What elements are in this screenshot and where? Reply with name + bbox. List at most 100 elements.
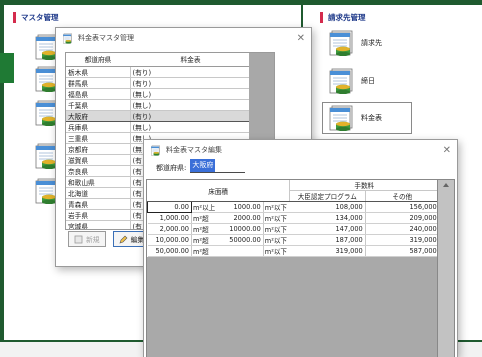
area-to-cell[interactable]: 10000.00 (217, 223, 264, 235)
fee-row[interactable]: 50,000.00 m²超 m²以下 319,000 587,000 (147, 245, 440, 257)
ledger-icon (329, 68, 353, 94)
area-to-cell[interactable] (217, 245, 264, 257)
area-from-cell[interactable]: 2,000.00 (147, 223, 192, 235)
list-row[interactable]: 福島県 (無し) (66, 88, 251, 100)
closing-date-launcher[interactable]: 締日 (327, 68, 375, 94)
prefecture-field-value: 大阪府 (190, 159, 216, 172)
column-header-other: その他 (365, 190, 440, 202)
area-to-unit-cell[interactable]: m²以下 (263, 234, 290, 246)
list-row[interactable]: 群馬県 (有り) (66, 77, 251, 89)
fee-other-cell[interactable]: 319,000 (365, 234, 440, 246)
fee-other-cell[interactable]: 240,000 (365, 223, 440, 235)
area-from-unit-cell[interactable]: m²超 (191, 212, 218, 224)
fee-status-cell: (無し) (130, 99, 251, 111)
prefecture-field-row: 都道府県: 大阪府 (156, 159, 246, 173)
area-to-unit-cell[interactable]: m²以下 (263, 201, 290, 213)
prefecture-cell: 栃木県 (66, 66, 131, 78)
new-button[interactable]: 新規 (68, 231, 106, 247)
list-row[interactable]: 千葉県 (無し) (66, 99, 251, 111)
column-header-prefecture[interactable]: 都道府県 (66, 53, 130, 67)
area-to-unit-cell[interactable]: m²以下 (263, 212, 290, 224)
ledger-icon (62, 33, 73, 44)
billing-section-label: 請求先管理 (328, 13, 366, 22)
prefecture-field[interactable]: 大阪府 (190, 159, 246, 173)
area-to-unit-cell[interactable]: m²以下 (263, 223, 290, 235)
section-marker (320, 12, 323, 23)
prefecture-cell: 京都府 (66, 143, 131, 155)
new-button-label: 新規 (86, 236, 100, 244)
fee-row[interactable]: 2,000.00 m²超 10000.00 m²以下 147,000 240,000 (147, 223, 440, 235)
ledger-icon (329, 105, 353, 131)
scroll-up-icon[interactable] (443, 183, 449, 187)
prefecture-cell: 群馬県 (66, 77, 131, 89)
master-section-label: マスタ管理 (21, 13, 59, 22)
fee-program-cell[interactable]: 187,000 (289, 234, 366, 246)
top-border (0, 0, 482, 5)
prefecture-cell: 北海道 (66, 187, 131, 199)
side-tab[interactable] (0, 53, 14, 83)
list-window-titlebar[interactable]: 料金表マスタ管理 ✕ (56, 28, 311, 48)
prefecture-cell: 岩手県 (66, 209, 131, 221)
pencil-icon (119, 235, 128, 243)
area-from-cell[interactable]: 50,000.00 (147, 245, 192, 257)
fee-master-edit-window: 料金表マスタ編集 ✕ 都道府県: 大阪府 床面積 手数料 大臣認定プログラム そ… (143, 139, 458, 357)
fee-row[interactable]: 10,000.00 m²超 50000.00 m²以下 187,000 319,000 (147, 234, 440, 246)
area-to-cell[interactable]: 2000.00 (217, 212, 264, 224)
column-header-area: 床面積 (147, 180, 290, 202)
billing-client-label: 請求先 (361, 39, 382, 47)
column-header-fee[interactable]: 料金表 (130, 53, 251, 67)
ledger-icon (329, 30, 353, 56)
fee-program-cell[interactable]: 147,000 (289, 223, 366, 235)
fee-row[interactable]: 0.00 m²以上 1000.00 m²以下 108,000 156,000 (147, 201, 440, 213)
fee-other-cell[interactable]: 209,000 (365, 212, 440, 224)
list-row[interactable]: 兵庫県 (無し) (66, 121, 251, 133)
column-header-fee-group: 手数料 (289, 180, 440, 191)
area-from-cell[interactable]: 1,000.00 (147, 212, 192, 224)
prefecture-cell: 和歌山県 (66, 176, 131, 188)
fee-other-cell[interactable]: 587,000 (365, 245, 440, 257)
list-row[interactable]: 大阪府 (有り) (66, 109, 251, 122)
area-to-unit-cell[interactable]: m²以下 (263, 245, 290, 257)
prefecture-cell: 兵庫県 (66, 121, 131, 133)
fee-other-cell[interactable]: 156,000 (365, 201, 440, 213)
area-from-unit-cell[interactable]: m²超 (191, 223, 218, 235)
fee-table-label: 料金表 (361, 114, 382, 122)
prefecture-cell: 福島県 (66, 88, 131, 100)
new-document-icon (74, 235, 83, 243)
fee-status-cell: (有り) (130, 66, 251, 78)
area-from-cell[interactable]: 10,000.00 (147, 234, 192, 246)
prefecture-cell: 奈良県 (66, 165, 131, 177)
close-icon[interactable]: ✕ (297, 33, 305, 44)
section-marker (13, 12, 16, 23)
area-from-unit-cell[interactable]: m²超 (191, 234, 218, 246)
closing-date-label: 締日 (361, 77, 375, 85)
prefecture-cell: 千葉県 (66, 99, 131, 111)
list-window-title: 料金表マスタ管理 (78, 34, 134, 42)
fee-program-cell[interactable]: 319,000 (289, 245, 366, 257)
fee-row[interactable]: 1,000.00 m²超 2000.00 m²以下 134,000 209,000 (147, 212, 440, 224)
billing-section-title: 請求先管理 (320, 12, 366, 23)
fee-status-cell: (有り) (130, 77, 251, 89)
prefecture-cell: 宮城県 (66, 220, 131, 229)
prefecture-field-label: 都道府県: (156, 163, 187, 172)
area-from-cell[interactable]: 0.00 (147, 201, 192, 213)
area-to-cell[interactable]: 50000.00 (217, 234, 264, 246)
prefecture-cell: 大阪府 (66, 109, 131, 122)
area-to-cell[interactable]: 1000.00 (217, 201, 264, 213)
fee-table-launcher[interactable]: 料金表 (322, 102, 412, 134)
edit-window-titlebar[interactable]: 料金表マスタ編集 ✕ (144, 140, 457, 160)
fee-program-cell[interactable]: 134,000 (289, 212, 366, 224)
fee-program-cell[interactable]: 108,000 (289, 201, 366, 213)
fee-edit-grid: 床面積 手数料 大臣認定プログラム その他 0.00 m²以上 1000.00 m²以… (146, 179, 455, 357)
ledger-icon (150, 145, 161, 156)
grid-scrollbar[interactable] (437, 180, 454, 357)
area-from-unit-cell[interactable]: m²以上 (191, 201, 218, 213)
fee-status-cell: (無し) (130, 121, 251, 133)
column-header-program: 大臣認定プログラム (289, 190, 366, 202)
billing-client-launcher[interactable]: 請求先 (327, 30, 382, 56)
close-icon[interactable]: ✕ (443, 145, 451, 156)
fee-status-cell: (無し) (130, 88, 251, 100)
master-section-title: マスタ管理 (13, 12, 59, 23)
area-from-unit-cell[interactable]: m²超 (191, 245, 218, 257)
list-row[interactable]: 栃木県 (有り) (66, 66, 251, 78)
